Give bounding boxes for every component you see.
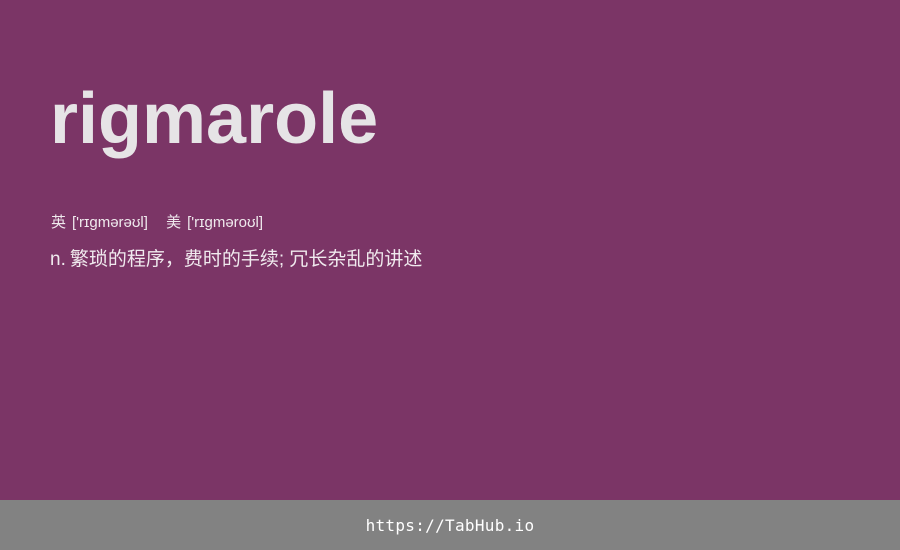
phonetic-ipa-us: ['rɪɡməroʊl] bbox=[187, 214, 264, 231]
phonetic-region-uk: 英 bbox=[51, 214, 67, 231]
phonetic-ipa-uk: ['rɪɡmərəʊl] bbox=[72, 214, 148, 231]
word-title: rigmarole bbox=[50, 79, 379, 159]
new-tab-page: rigmarole 英 ['rɪɡmərəʊl] 美 ['rɪɡməroʊl] n.… bbox=[0, 0, 900, 550]
phonetic-uk: 英 ['rɪɡmərəʊl] bbox=[51, 213, 148, 233]
phonetic-region-us: 美 bbox=[166, 214, 182, 231]
footer-link[interactable]: https://TabHub.io bbox=[366, 516, 535, 535]
phonetic-us: 美 ['rɪɡməroʊl] bbox=[166, 213, 263, 233]
part-of-speech: n. bbox=[50, 249, 66, 270]
phonetics: 英 ['rɪɡmərəʊl] 美 ['rɪɡməroʊl] bbox=[51, 213, 263, 233]
footer-bar: https://TabHub.io bbox=[0, 500, 900, 550]
definition: n. 繁琐的程序，费时的手续; 冗长杂乱的讲述 bbox=[50, 247, 422, 273]
definition-meaning: 繁琐的程序，费时的手续; 冗长杂乱的讲述 bbox=[69, 249, 423, 270]
